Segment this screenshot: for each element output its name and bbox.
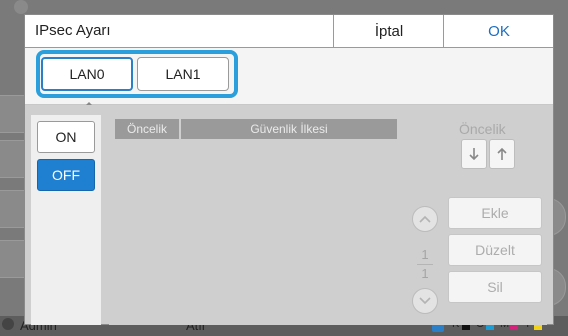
tab-lan0[interactable]: LAN0 <box>41 57 133 91</box>
tab-lan1[interactable]: LAN1 <box>137 57 229 91</box>
page-current: 1 <box>421 247 429 262</box>
on-button[interactable]: ON <box>37 121 95 153</box>
priority-label: Öncelik <box>459 121 506 137</box>
delete-button[interactable]: Sil <box>448 271 542 303</box>
chevron-down-icon[interactable] <box>412 288 438 314</box>
add-button[interactable]: Ekle <box>448 197 542 229</box>
dialog-title: IPsec Ayarı <box>35 22 111 39</box>
chevron-up-icon[interactable] <box>412 206 438 232</box>
gear-icon <box>14 0 28 14</box>
user-icon <box>2 318 14 330</box>
page-total: 1 <box>421 266 429 281</box>
ok-button[interactable]: OK <box>443 15 554 47</box>
column-header-priority: Öncelik <box>115 119 179 139</box>
ipsec-dialog: IPsec Ayarı İptal OK LAN0 LAN1 ON OFF Ön… <box>24 14 554 325</box>
cancel-button[interactable]: İptal <box>333 15 444 47</box>
arrow-down-icon[interactable] <box>461 139 487 169</box>
edit-button[interactable]: Düzelt <box>448 234 542 266</box>
page-divider <box>417 264 433 265</box>
arrow-up-icon[interactable] <box>489 139 515 169</box>
column-header-policy: Güvenlik İlkesi <box>181 119 397 139</box>
dialog-titlebar: IPsec Ayarı İptal OK <box>25 15 553 48</box>
off-button[interactable]: OFF <box>37 159 95 191</box>
